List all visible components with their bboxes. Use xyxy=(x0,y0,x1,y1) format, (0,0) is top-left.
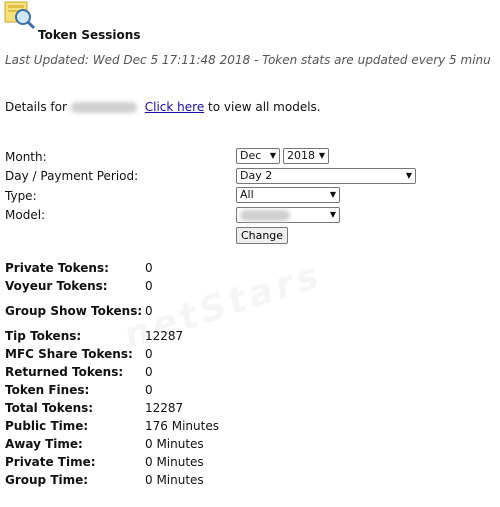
stat-row: Voyeur Tokens: 0 xyxy=(5,277,219,295)
chevron-down-icon: ▼ xyxy=(329,210,336,219)
stat-value: 12287 xyxy=(145,401,184,415)
details-suffix: to view all models. xyxy=(208,100,321,114)
chevron-down-icon: ▼ xyxy=(269,151,276,160)
stat-label: Token Fines: xyxy=(5,383,90,397)
period-select[interactable]: Day 2 ▼ xyxy=(236,168,416,184)
stat-value: 12287 xyxy=(145,329,184,343)
stat-value: 176 Minutes xyxy=(145,419,219,433)
year-select[interactable]: 2018 ▼ xyxy=(283,148,329,164)
view-all-models-link[interactable]: Click here xyxy=(145,100,204,114)
period-label: Day / Payment Period: xyxy=(5,169,139,183)
stat-label: Voyeur Tokens: xyxy=(5,279,108,293)
last-updated-text: Last Updated: Wed Dec 5 17:11:48 2018 - … xyxy=(5,53,491,67)
change-button[interactable]: Change xyxy=(236,227,288,244)
stat-value: 0 xyxy=(145,261,153,275)
token-sessions-logo-icon xyxy=(4,1,36,30)
details-line: Details for Click here to view all model… xyxy=(5,100,321,114)
chevron-down-icon: ▼ xyxy=(329,190,336,199)
stat-label: Total Tokens: xyxy=(5,401,94,415)
stat-row: Private Time: 0 Minutes xyxy=(5,453,219,471)
stat-label: MFC Share Tokens: xyxy=(5,347,133,361)
stat-value: 0 xyxy=(145,365,153,379)
token-stats-table: Private Tokens: 0 Voyeur Tokens: 0 Group Sho… xyxy=(5,259,219,489)
stat-label: Away Time: xyxy=(5,437,83,451)
stat-row: Token Fines: 0 xyxy=(5,381,219,399)
stat-row: Private Tokens: 0 xyxy=(5,259,219,277)
stat-row: MFC Share Tokens: 0 xyxy=(5,345,219,363)
stat-label: Group Time: xyxy=(5,473,89,487)
stat-row: Group Time: 0 Minutes xyxy=(5,471,219,489)
page-title: Token Sessions xyxy=(38,28,141,42)
chevron-down-icon: ▼ xyxy=(318,151,325,160)
stat-row: Public Time: 176 Minutes xyxy=(5,417,219,435)
month-select[interactable]: Dec ▼ xyxy=(236,148,280,164)
stat-row: Total Tokens: 12287 xyxy=(5,399,219,417)
stat-value: 0 xyxy=(145,347,153,361)
stat-label: Private Time: xyxy=(5,455,96,469)
type-label: Type: xyxy=(5,189,37,203)
stat-label: Returned Tokens: xyxy=(5,365,124,379)
chevron-down-icon: ▼ xyxy=(405,171,412,180)
stat-label: Public Time: xyxy=(5,419,89,433)
stat-value: 0 Minutes xyxy=(145,437,204,451)
stat-row: Returned Tokens: 0 xyxy=(5,363,219,381)
stat-label: Group Show Tokens: xyxy=(5,304,143,318)
stat-value: 0 xyxy=(145,304,153,318)
stat-label: Tip Tokens: xyxy=(5,329,82,343)
stat-label: Private Tokens: xyxy=(5,261,109,275)
model-label: Model: xyxy=(5,208,46,222)
stat-value: 0 xyxy=(145,279,153,293)
stat-value: 0 Minutes xyxy=(145,455,204,469)
details-prefix: Details for xyxy=(5,100,67,114)
stat-value: 0 xyxy=(145,383,153,397)
stat-row: Group Show Tokens: 0 xyxy=(5,295,219,327)
stat-row: Away Time: 0 Minutes xyxy=(5,435,219,453)
type-select[interactable]: All ▼ xyxy=(236,187,340,203)
stat-row: Tip Tokens: 12287 xyxy=(5,327,219,345)
blurred-model-name xyxy=(70,102,137,113)
blurred-model-value xyxy=(240,209,290,221)
model-select[interactable]: ▼ xyxy=(236,207,340,223)
month-label: Month: xyxy=(5,150,47,164)
stat-value: 0 Minutes xyxy=(145,473,204,487)
